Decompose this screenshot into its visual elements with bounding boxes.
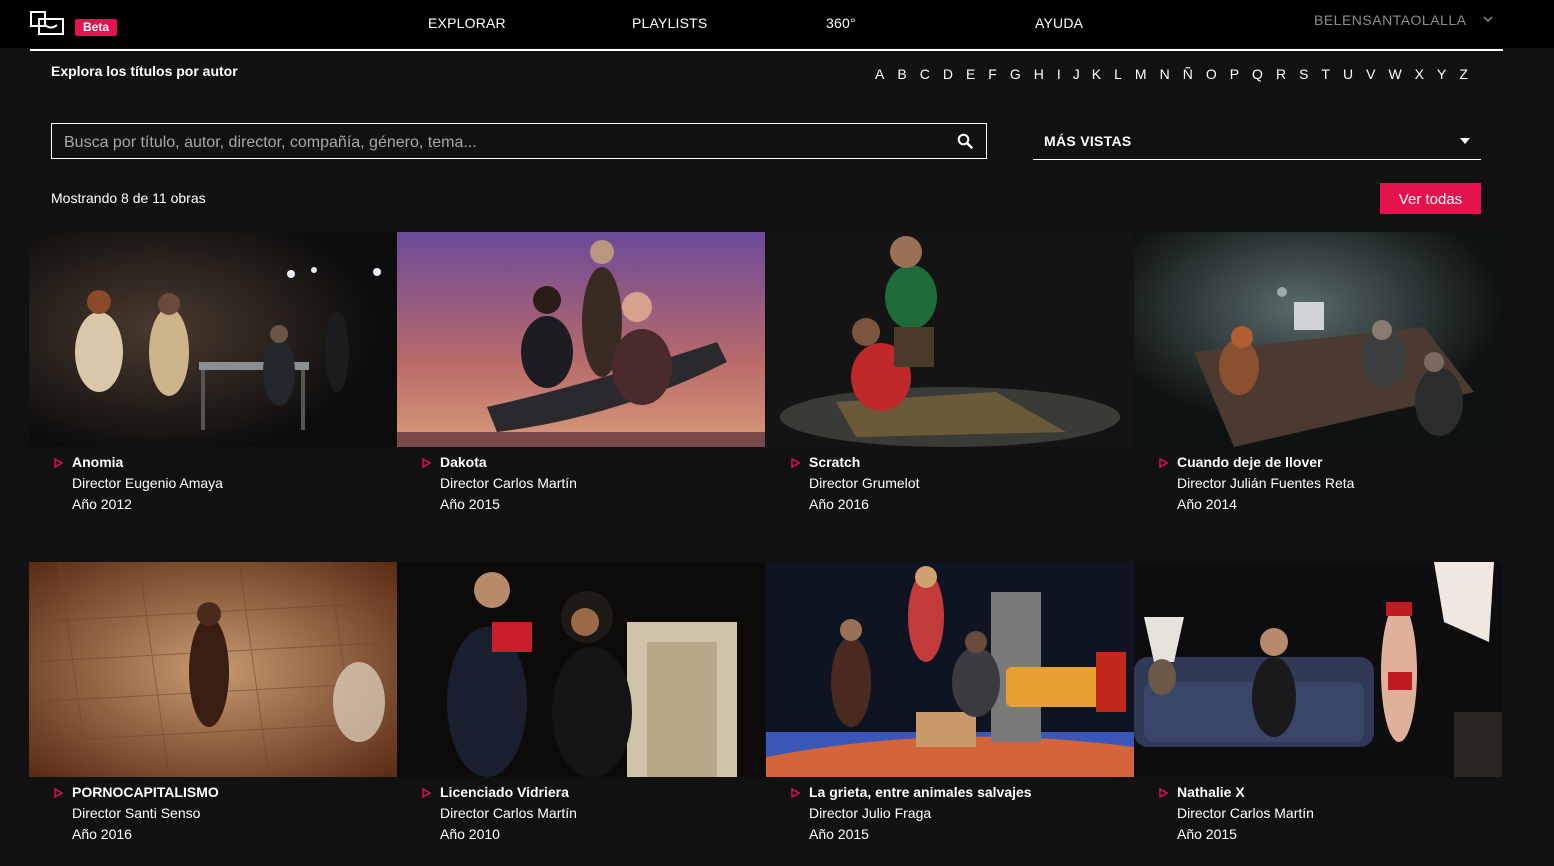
caret-down-icon xyxy=(1460,138,1470,144)
work-card[interactable]: Cuando deje de llover Director Julián Fu… xyxy=(1134,232,1502,522)
author-letter[interactable]: L xyxy=(1114,66,1122,86)
play-icon xyxy=(422,458,431,468)
author-letter[interactable]: U xyxy=(1343,66,1353,86)
search-box xyxy=(51,123,987,159)
author-letter[interactable]: F xyxy=(988,66,997,86)
work-director: Director Carlos Martín xyxy=(1177,805,1314,821)
author-letter[interactable]: M xyxy=(1135,66,1147,86)
work-thumbnail[interactable] xyxy=(397,562,765,777)
nav-360[interactable]: 360° xyxy=(826,15,856,31)
author-letter[interactable]: W xyxy=(1388,66,1401,86)
author-letter-filter: ABCDEFGHIJKLMNÑOPQRSTUVWXYZ xyxy=(875,66,1481,86)
work-year: Año 2015 xyxy=(440,496,500,512)
work-year: Año 2016 xyxy=(72,826,132,842)
nav-ayuda[interactable]: AYUDA xyxy=(1035,15,1083,31)
author-letter[interactable]: A xyxy=(875,66,884,86)
chevron-down-icon[interactable] xyxy=(1483,14,1493,24)
work-thumbnail[interactable] xyxy=(766,232,1134,447)
author-letter[interactable]: Q xyxy=(1252,66,1263,86)
work-thumbnail[interactable] xyxy=(397,232,765,447)
work-thumbnail[interactable] xyxy=(766,562,1134,777)
work-year: Año 2010 xyxy=(440,826,500,842)
author-letter[interactable]: J xyxy=(1073,66,1080,86)
work-director: Director Julio Fraga xyxy=(809,805,932,821)
work-title[interactable]: PORNOCAPITALISMO xyxy=(72,784,219,800)
nav-explorar[interactable]: EXPLORAR xyxy=(428,15,506,31)
author-letter[interactable]: S xyxy=(1299,66,1308,86)
work-card[interactable]: PORNOCAPITALISMO Director Santi Senso Añ… xyxy=(29,562,397,852)
play-icon xyxy=(1159,458,1168,468)
work-card[interactable]: Nathalie X Director Carlos Martín Año 20… xyxy=(1134,562,1502,852)
author-letter[interactable]: X xyxy=(1415,66,1424,86)
work-director: Director Grumelot xyxy=(809,475,920,491)
explore-by-author-label: Explora los títulos por autor xyxy=(51,63,238,79)
author-letter[interactable]: T xyxy=(1321,66,1330,86)
play-icon xyxy=(1159,788,1168,798)
author-letter[interactable]: R xyxy=(1276,66,1286,86)
work-card[interactable]: Dakota Director Carlos Martín Año 2015 xyxy=(397,232,765,522)
author-letter[interactable]: C xyxy=(920,66,930,86)
author-letter[interactable]: K xyxy=(1092,66,1101,86)
nav-playlists[interactable]: PLAYLISTS xyxy=(632,15,707,31)
work-title[interactable]: Scratch xyxy=(809,454,860,470)
author-letter[interactable]: Z xyxy=(1459,66,1468,86)
author-letter[interactable]: E xyxy=(966,66,975,86)
play-icon xyxy=(791,788,800,798)
see-all-button[interactable]: Ver todas xyxy=(1380,183,1481,214)
work-title[interactable]: Licenciado Vidriera xyxy=(440,784,569,800)
work-year: Año 2012 xyxy=(72,496,132,512)
results-count: Mostrando 8 de 11 obras xyxy=(51,190,206,206)
user-menu[interactable]: BELENSANTAOLALLA xyxy=(1314,12,1466,28)
work-thumbnail[interactable] xyxy=(29,232,397,447)
search-icon[interactable] xyxy=(957,133,973,149)
play-icon xyxy=(422,788,431,798)
work-title[interactable]: Dakota xyxy=(440,454,487,470)
work-card[interactable]: Licenciado Vidriera Director Carlos Mart… xyxy=(397,562,765,852)
work-card[interactable]: Anomia Director Eugenio Amaya Año 2012 xyxy=(29,232,397,522)
work-year: Año 2016 xyxy=(809,496,869,512)
play-icon xyxy=(54,788,63,798)
work-director: Director Santi Senso xyxy=(72,805,201,821)
work-year: Año 2015 xyxy=(1177,826,1237,842)
work-director: Director Carlos Martín xyxy=(440,475,577,491)
author-letter[interactable]: B xyxy=(897,66,906,86)
search-input[interactable] xyxy=(62,131,946,155)
work-director: Director Julián Fuentes Reta xyxy=(1177,475,1355,491)
sort-dropdown[interactable]: MÁS VISTAS xyxy=(1033,127,1481,160)
beta-badge: Beta xyxy=(75,19,117,36)
work-year: Año 2014 xyxy=(1177,496,1237,512)
author-letter[interactable]: P xyxy=(1230,66,1239,86)
work-title[interactable]: La grieta, entre animales salvajes xyxy=(809,784,1032,800)
play-icon xyxy=(54,458,63,468)
work-title[interactable]: Anomia xyxy=(72,454,123,470)
logo-icon[interactable] xyxy=(30,11,64,35)
work-director: Director Eugenio Amaya xyxy=(72,475,223,491)
work-card[interactable]: Scratch Director Grumelot Año 2016 xyxy=(766,232,1134,522)
author-letter[interactable]: D xyxy=(943,66,953,86)
author-letter[interactable]: N xyxy=(1160,66,1170,86)
author-letter[interactable]: H xyxy=(1034,66,1044,86)
author-letter[interactable]: I xyxy=(1057,66,1061,86)
author-letter[interactable]: Y xyxy=(1437,66,1446,86)
play-icon xyxy=(791,458,800,468)
work-card[interactable]: La grieta, entre animales salvajes Direc… xyxy=(766,562,1134,852)
header-divider xyxy=(30,49,1503,51)
author-letter[interactable]: V xyxy=(1366,66,1375,86)
work-title[interactable]: Cuando deje de llover xyxy=(1177,454,1322,470)
author-letter[interactable]: G xyxy=(1010,66,1021,86)
work-thumbnail[interactable] xyxy=(1134,562,1502,777)
work-year: Año 2015 xyxy=(809,826,869,842)
work-director: Director Carlos Martín xyxy=(440,805,577,821)
author-letter[interactable]: O xyxy=(1206,66,1217,86)
work-thumbnail[interactable] xyxy=(29,562,397,777)
work-thumbnail[interactable] xyxy=(1134,232,1502,447)
author-letter[interactable]: Ñ xyxy=(1183,66,1193,86)
sort-selected-value: MÁS VISTAS xyxy=(1044,133,1132,149)
work-title[interactable]: Nathalie X xyxy=(1177,784,1245,800)
